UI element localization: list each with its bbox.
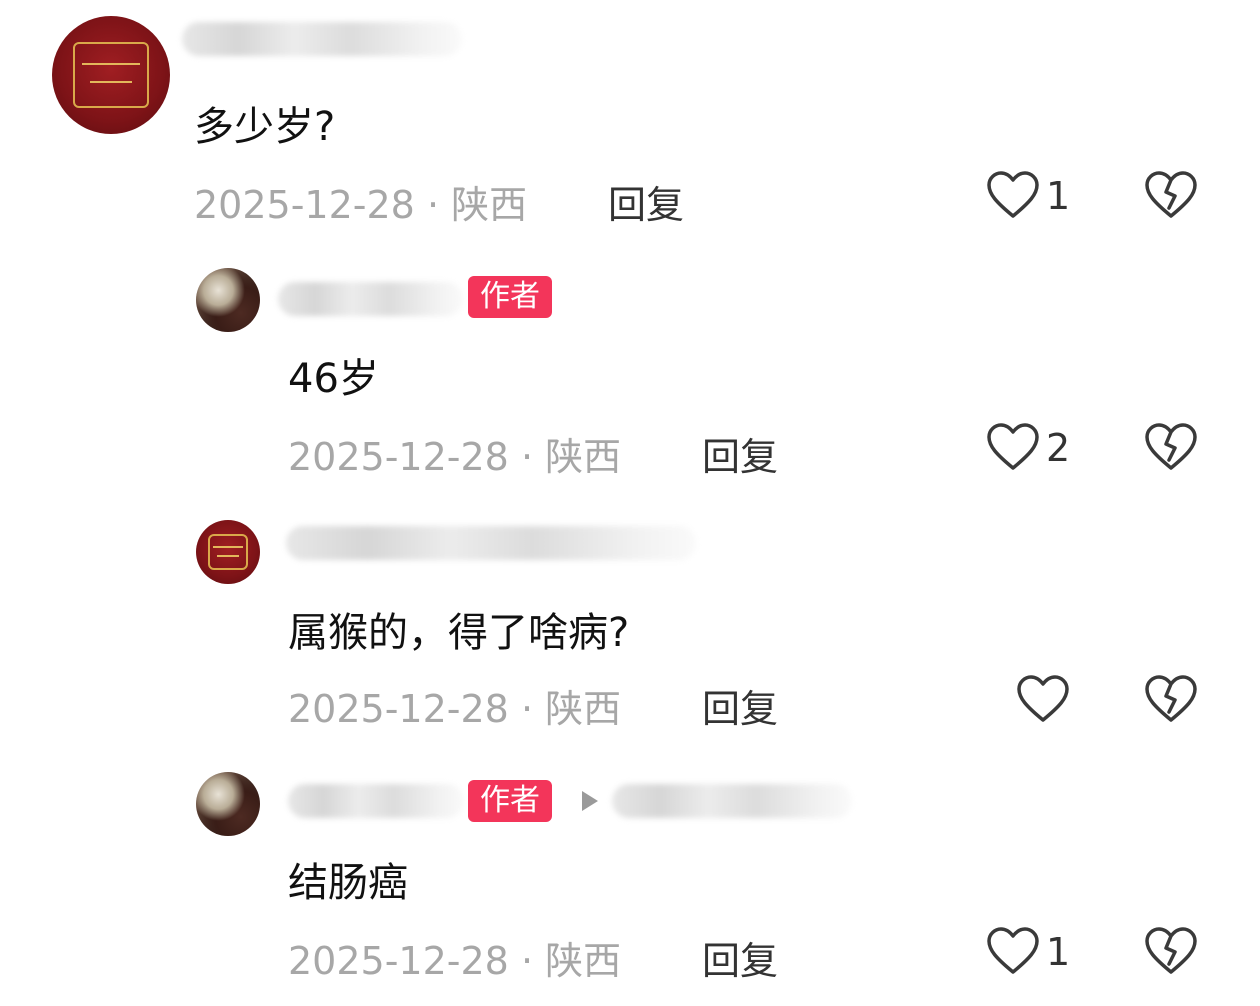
- reply-item: 属猴的，得了啥病? 2025-12-28 · 陕西 回复: [0, 502, 1260, 754]
- broken-heart-icon: [1145, 927, 1197, 974]
- like-count: 2: [1046, 426, 1071, 470]
- comment-item: 多少岁? 2025-12-28 · 陕西 回复 1: [0, 0, 1260, 250]
- dislike-button[interactable]: [1144, 674, 1198, 724]
- comment-date: 2025-12-28 · 陕西: [194, 183, 528, 227]
- dislike-button[interactable]: [1144, 170, 1198, 220]
- reply-item: 作者 46岁 2025-12-28 · 陕西 回复 2: [0, 250, 1260, 502]
- avatar-emblem: [207, 534, 249, 570]
- author-badge: 作者: [468, 780, 552, 822]
- reply-button[interactable]: 回复: [608, 174, 684, 229]
- like-button[interactable]: [986, 926, 1040, 976]
- triangle-right-icon: [582, 791, 598, 811]
- avatar-emblem: [73, 41, 149, 109]
- heart-outline-icon: [987, 927, 1039, 974]
- like-button[interactable]: [986, 422, 1040, 472]
- reply-button[interactable]: 回复: [702, 678, 778, 733]
- heart-outline-icon: [987, 171, 1039, 218]
- avatar[interactable]: [52, 16, 170, 134]
- comment-date: 2025-12-28 · 陕西: [288, 687, 622, 731]
- comment-text: 46岁: [288, 356, 379, 402]
- dislike-button[interactable]: [1144, 926, 1198, 976]
- avatar[interactable]: [196, 520, 260, 584]
- like-count: 1: [1046, 174, 1071, 218]
- heart-outline-icon: [987, 423, 1039, 470]
- reply-to-username-blurred[interactable]: [612, 784, 852, 818]
- broken-heart-icon: [1145, 675, 1197, 722]
- reply-button[interactable]: 回复: [702, 930, 778, 985]
- comment-date: 2025-12-28 · 陕西: [288, 939, 622, 983]
- author-badge: 作者: [468, 276, 552, 318]
- like-button[interactable]: [1016, 674, 1070, 724]
- broken-heart-icon: [1145, 423, 1197, 470]
- comment-text: 属猴的，得了啥病?: [288, 610, 630, 656]
- dislike-button[interactable]: [1144, 422, 1198, 472]
- username-blurred[interactable]: [182, 22, 462, 56]
- comment-text: 结肠癌: [288, 860, 408, 906]
- heart-outline-icon: [1017, 675, 1069, 722]
- reply-button[interactable]: 回复: [702, 426, 778, 481]
- comment-date: 2025-12-28 · 陕西: [288, 435, 622, 479]
- broken-heart-icon: [1145, 171, 1197, 218]
- username-blurred[interactable]: [288, 784, 464, 818]
- avatar[interactable]: [196, 772, 260, 836]
- avatar[interactable]: [196, 268, 260, 332]
- like-count: 1: [1046, 930, 1071, 974]
- username-blurred[interactable]: [286, 526, 696, 560]
- username-blurred[interactable]: [278, 282, 463, 316]
- comment-text: 多少岁?: [194, 104, 336, 150]
- like-button[interactable]: [986, 170, 1040, 220]
- reply-item: 作者 结肠癌 2025-12-28 · 陕西 回复 1: [0, 754, 1260, 1006]
